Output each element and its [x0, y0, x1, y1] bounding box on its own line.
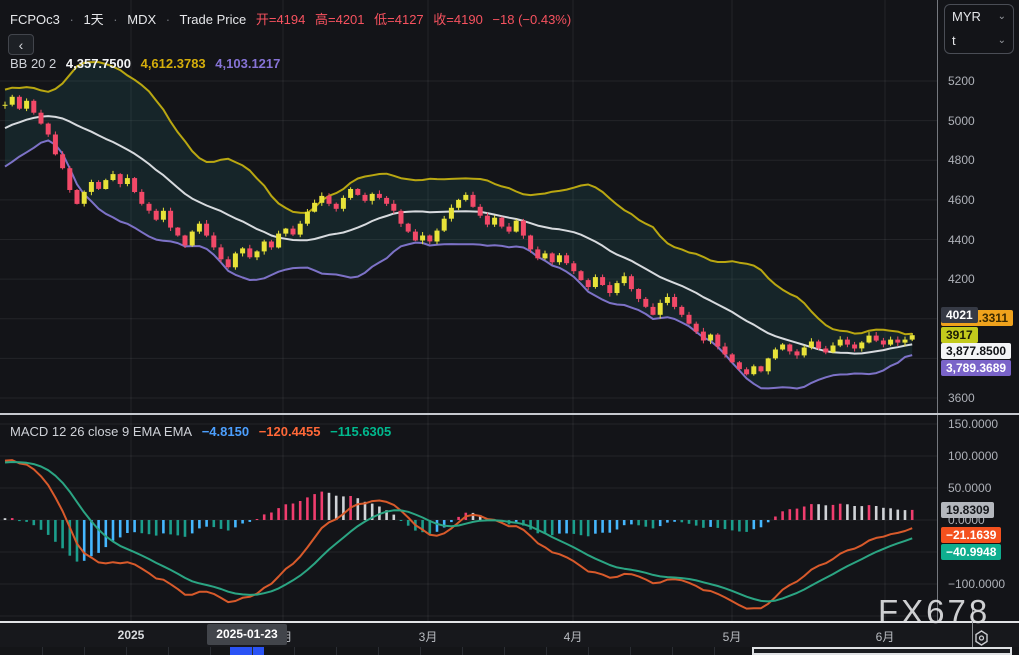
macd-hist-value: −4.8150	[202, 424, 249, 439]
separator-dot: ·	[113, 12, 117, 27]
interval-label[interactable]: 1天	[83, 12, 103, 27]
strip-segment-divider	[42, 647, 43, 655]
price-axis[interactable]: MYR ⌄ t ⌄ 5200 5000 4800 4600 4400 4200 3600 15…	[938, 0, 1019, 647]
currency-dropdown[interactable]: MYR ⌄	[945, 5, 1013, 29]
change-value: −18 (−0.43%)	[492, 12, 571, 27]
axis-tick-label: 3600	[948, 391, 975, 405]
high-label: 高=	[315, 12, 336, 27]
time-tick-3月: 3月	[419, 628, 438, 645]
strip-segment-divider	[714, 647, 715, 655]
time-axis[interactable]: 2025-01-23 20252月3月4月5月6月	[0, 623, 1019, 647]
strip-active-segment[interactable]	[230, 647, 264, 655]
macd-pane[interactable]	[0, 415, 937, 621]
time-tick-4月: 4月	[564, 628, 583, 645]
bottom-scroll-strip[interactable]	[0, 647, 1019, 655]
close-label: 收=	[433, 12, 454, 27]
axis-tick-label: 5000	[948, 114, 975, 128]
macd-legend-title[interactable]: MACD 12 26 close 9 EMA EMA	[10, 424, 192, 439]
strip-segment-divider	[378, 647, 379, 655]
strip-segment-divider	[168, 647, 169, 655]
open-label: 开=	[256, 12, 277, 27]
crosshair-price-label: 4021	[941, 307, 978, 323]
last-price-label: 3917	[941, 327, 978, 343]
bb-upper-value: 4,612.3783	[141, 56, 206, 71]
time-tick-5月: 5月	[723, 628, 742, 645]
macd-legend[interactable]: MACD 12 26 close 9 EMA EMA −4.8150 −120.…	[10, 424, 397, 439]
symbol-name[interactable]: FCPOc3	[10, 12, 60, 27]
unit-value: t	[952, 29, 956, 53]
open-value: 4194	[276, 12, 305, 27]
watermark: FX678	[878, 593, 990, 631]
strip-segment-divider	[588, 647, 589, 655]
currency-unit-selector: MYR ⌄ t ⌄	[944, 4, 1014, 54]
macd-chart-canvas[interactable]	[0, 415, 937, 621]
strip-segment-divider	[210, 647, 211, 655]
strip-segment-divider	[420, 647, 421, 655]
axis-tick-label: 4200	[948, 272, 975, 286]
strip-segment-divider	[294, 647, 295, 655]
chevron-down-icon: ⌄	[998, 5, 1006, 29]
currency-value: MYR	[952, 5, 981, 29]
strip-segment-divider	[462, 647, 463, 655]
strip-segment-divider	[84, 647, 85, 655]
axis-tick-label: 4400	[948, 233, 975, 247]
chart-window: FCPOc3 · 1天 · MDX · Trade Price 开=4194 高…	[0, 0, 1019, 655]
pane-divider[interactable]	[0, 413, 1019, 415]
low-value: 4127	[395, 12, 424, 27]
bb-lower-value: 4,103.1217	[215, 56, 280, 71]
strip-segment-divider	[336, 647, 337, 655]
axis-tick-label: −100.0000	[948, 577, 1005, 591]
bb-basis-value: 4,357.7500	[66, 56, 131, 71]
axis-tick-label: 150.0000	[948, 417, 998, 431]
axis-tick-label: 4800	[948, 153, 975, 167]
macd-hist-value-label: 19.8309	[941, 502, 994, 518]
axis-tick-label: 5200	[948, 74, 975, 88]
macd-signal-value-label: −40.9948	[941, 544, 1001, 560]
separator-dot: ·	[166, 12, 170, 27]
time-tick-2025: 2025	[118, 628, 145, 642]
strip-selection-box[interactable]	[752, 647, 1012, 655]
time-axis-border	[0, 621, 1019, 623]
bb-legend-title[interactable]: BB 20 2	[10, 56, 56, 71]
strip-segment-divider	[672, 647, 673, 655]
unit-dropdown[interactable]: t ⌄	[945, 29, 1013, 53]
strip-segment-divider	[252, 647, 253, 655]
bb-lower-value-label: 3,789.3689	[941, 360, 1011, 376]
crosshair-date-label: 2025-01-23	[207, 624, 287, 645]
chevron-down-icon: ⌄	[998, 29, 1006, 53]
axis-tick-label: 4600	[948, 193, 975, 207]
strip-segment-divider	[546, 647, 547, 655]
bb-basis-value-label: 3,877.8500	[941, 343, 1011, 359]
macd-signal-value: −115.6305	[330, 424, 391, 439]
bb-legend[interactable]: BB 20 2 4,357.7500 4,612.3783 4,103.1217	[10, 56, 286, 71]
series-type-label: Trade Price	[180, 12, 247, 27]
close-value: 4190	[454, 12, 483, 27]
symbol-legend[interactable]: FCPOc3 · 1天 · MDX · Trade Price 开=4194 高…	[10, 9, 577, 28]
strip-segment-divider	[504, 647, 505, 655]
macd-line-value-label: −21.1639	[941, 527, 1001, 543]
strip-segment-divider	[126, 647, 127, 655]
strip-segment-divider	[630, 647, 631, 655]
low-label: 低=	[374, 12, 395, 27]
back-button[interactable]: ‹	[8, 34, 34, 55]
separator-dot: ·	[69, 12, 73, 27]
exchange-label: MDX	[127, 12, 156, 27]
axis-settings-icon[interactable]	[969, 629, 994, 647]
macd-line-value: −120.4455	[259, 424, 321, 439]
axis-tick-label: 100.0000	[948, 449, 998, 463]
high-value: 4201	[336, 12, 365, 27]
axis-tick-label: 50.0000	[948, 481, 991, 495]
